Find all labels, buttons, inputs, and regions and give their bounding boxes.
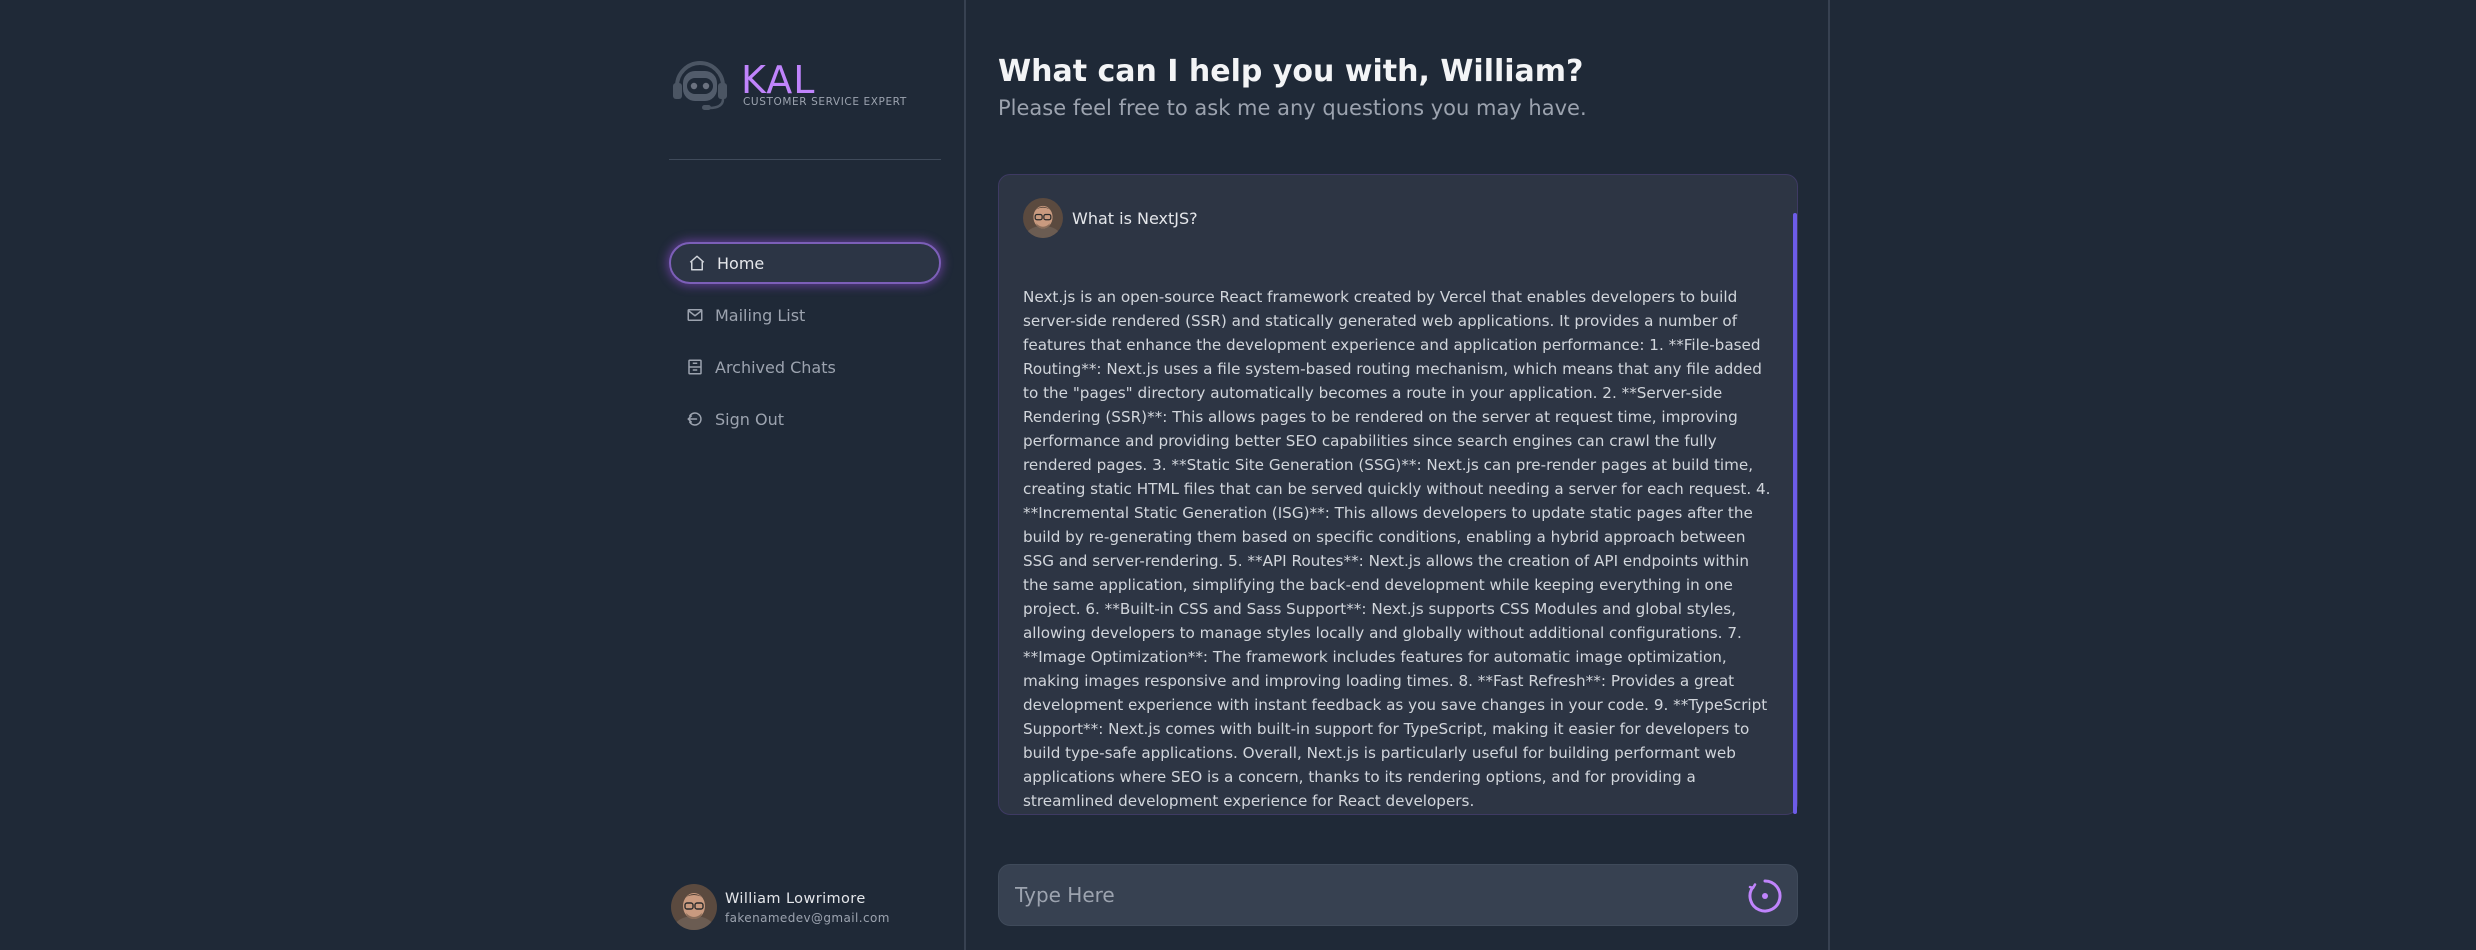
sidebar-divider bbox=[669, 159, 941, 160]
sidebar-item-archived-chats[interactable]: Archived Chats bbox=[669, 346, 941, 388]
home-icon bbox=[687, 253, 707, 273]
user-profile[interactable]: William Lowrimore fakenamedev@gmail.com bbox=[669, 884, 941, 934]
archive-icon bbox=[685, 357, 705, 377]
sidebar-item-label: Sign Out bbox=[715, 409, 784, 429]
user-question: What is NextJS? bbox=[1023, 197, 1198, 239]
user-name: William Lowrimore bbox=[725, 891, 866, 907]
user-avatar bbox=[671, 884, 717, 930]
main-panel: What can I help you with, William? Pleas… bbox=[998, 0, 1798, 950]
sign-out-icon bbox=[685, 409, 705, 429]
sidebar-divider-line bbox=[964, 0, 966, 950]
chat-input[interactable] bbox=[1015, 865, 1715, 925]
send-icon[interactable] bbox=[1747, 878, 1783, 914]
sidebar-nav: Home Mailing List Archived Chats Sign Ou… bbox=[669, 242, 941, 450]
sidebar-item-home[interactable]: Home bbox=[669, 242, 941, 284]
brand: KAL CUSTOMER SERVICE EXPERT bbox=[669, 56, 941, 116]
sidebar: KAL CUSTOMER SERVICE EXPERT Home Mailing… bbox=[669, 0, 941, 950]
sidebar-item-mailing-list[interactable]: Mailing List bbox=[669, 294, 941, 336]
page-subtitle: Please feel free to ask me any questions… bbox=[998, 96, 1587, 120]
chat-scroll-indicator[interactable] bbox=[1793, 213, 1797, 814]
question-text: What is NextJS? bbox=[1072, 208, 1198, 228]
chat-input-bar bbox=[998, 864, 1798, 926]
headset-robot-icon bbox=[673, 61, 727, 110]
page-title: What can I help you with, William? bbox=[998, 54, 1584, 89]
sidebar-item-label: Home bbox=[717, 253, 765, 273]
sidebar-item-label: Archived Chats bbox=[715, 357, 836, 377]
sidebar-item-label: Mailing List bbox=[715, 305, 806, 325]
sidebar-item-sign-out[interactable]: Sign Out bbox=[669, 398, 941, 440]
brand-tagline: CUSTOMER SERVICE EXPERT bbox=[743, 96, 907, 108]
user-email: fakenamedev@gmail.com bbox=[725, 911, 890, 925]
mail-icon bbox=[685, 305, 705, 325]
chat-card: What is NextJS? Next.js is an open-sourc… bbox=[998, 174, 1798, 815]
main-right-divider-line bbox=[1828, 0, 1830, 950]
question-avatar bbox=[1023, 198, 1063, 238]
answer-text: Next.js is an open-source React framewor… bbox=[1023, 288, 1771, 810]
